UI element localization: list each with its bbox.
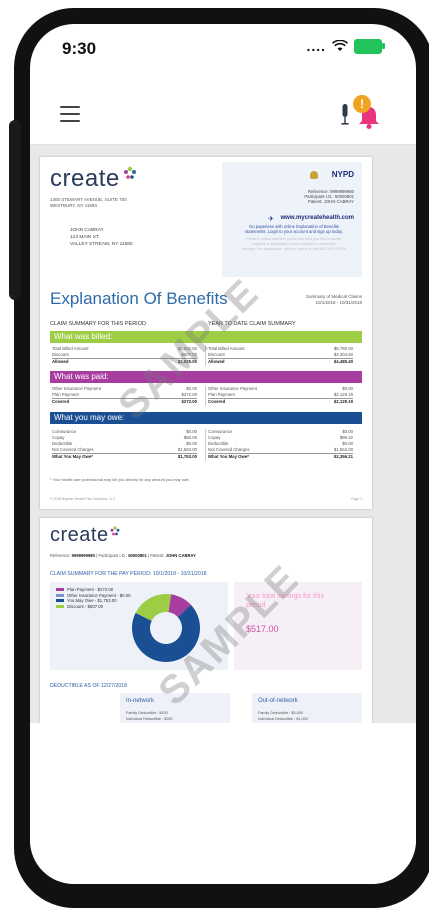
- reference-label: Reference:: [50, 553, 71, 558]
- member-address: JOHN CABRAY 123 MAIN ST. VALLEY STREAM, …: [70, 227, 133, 248]
- row-label: What You May Owe*: [52, 454, 93, 459]
- paid-band: What was paid:: [50, 371, 362, 383]
- member-street: 123 MAIN ST.: [70, 235, 100, 240]
- blank-area: [30, 723, 416, 884]
- create-logo: create: [50, 524, 109, 546]
- portal-text: Create's online member portal can help y…: [234, 237, 354, 252]
- legend-swatch: [56, 593, 64, 597]
- patient-label: Patient:: [150, 553, 165, 558]
- eob-page-2: create Reference: 9999999980 | Participa…: [40, 518, 372, 723]
- claim-summary-pay-period-heading: CLAIM SUMMARY FOR THE PAY PERIOD: 10/1/2…: [50, 571, 207, 577]
- legend-item: Discount - $507.00: [56, 604, 131, 610]
- paid-right: Other Insurance Payment $0.00 Plan Payment…: [208, 386, 353, 405]
- row-label: Plan Payment: [52, 392, 79, 397]
- summary-row: What You May Owe* $1,753.00: [52, 453, 197, 460]
- legend-label: Discount - $507.00: [67, 603, 104, 609]
- out-network-title: Out-of-network: [258, 698, 298, 704]
- chart-legend: Plan Payment - $272.00 Other Insurance Pa…: [56, 587, 131, 609]
- paperless-line: statements. Login to your account and si…: [245, 229, 343, 234]
- sender-address: 1400 STEWART AVENUE, SUITE 700 WESTBURY,…: [50, 197, 127, 209]
- row-label: Covered: [52, 399, 70, 404]
- row-value: $1,563.00: [333, 447, 353, 452]
- info-box: NYPD Reference: 9999999980 Participant I…: [222, 162, 362, 277]
- claim-summary-period-heading: CLAIM SUMMARY FOR THIS PERIOD: [50, 321, 146, 327]
- phone-side-button: [9, 120, 21, 300]
- patient-line: Patient: JOHN CABRAY: [307, 199, 354, 204]
- in-network-title: In-network: [126, 698, 155, 704]
- row-label: Plan Payment: [208, 392, 235, 397]
- column-divider: [205, 386, 206, 406]
- signal-icon: ....: [306, 38, 326, 54]
- owe-left: Coinsurance $0.00 Copay $50.00 Deductible $0.…: [52, 429, 197, 460]
- row-value: $4,485.40: [333, 359, 353, 364]
- status-bar: 9:30 ....: [30, 24, 416, 72]
- row-value: $2,129.19: [333, 392, 353, 397]
- row-label: Not Covered Charges: [52, 447, 94, 452]
- member-city: VALLEY STREAM, NY 11580: [70, 242, 133, 247]
- status-time: 9:30: [62, 39, 97, 58]
- row-label: What You May Owe*: [208, 454, 249, 459]
- create-logo: create: [50, 165, 120, 192]
- owe-band: What you may owe:: [50, 412, 362, 424]
- portal-line: savings. For assistance, call our online…: [241, 247, 347, 251]
- notification-badge: !: [353, 95, 371, 113]
- footnote: * Your health care professional may bill…: [50, 477, 190, 482]
- reference-bar: Reference: 9999999980 | Participant I.D.…: [50, 553, 196, 558]
- status-icons: ....: [306, 38, 385, 54]
- summary-row: What You May Owe* $2,356.21: [208, 453, 353, 460]
- page-footer-copyright: © 2018 Brighter Health Plan Solutions, L…: [50, 497, 116, 501]
- create-burst-icon: [110, 526, 120, 536]
- owe-right: Coinsurance $0.00 Copay $99.22 Deductible $0.…: [208, 429, 353, 460]
- row-label: Allowed: [52, 359, 69, 364]
- row-label: Discount: [52, 352, 69, 357]
- battery-icon: [354, 38, 385, 54]
- participant-value: 60000801: [128, 553, 147, 558]
- row-value: $1,753.00: [177, 454, 197, 459]
- address-line: WESTBURY, NY 11590: [50, 203, 97, 208]
- page-number: Page 1: [351, 497, 362, 501]
- patient-value: JOHN CABRAY: [165, 553, 196, 558]
- website-link[interactable]: www.mycreatehealth.com: [281, 215, 354, 221]
- app-header: !: [30, 82, 416, 145]
- hamburger-icon[interactable]: [60, 106, 80, 122]
- nypd-logo: NYPD: [331, 170, 354, 179]
- billed-right: Total Billed Amount $8,750.00 Discount $4,3…: [208, 346, 353, 365]
- summary-dates: 10/1/2018 - 10/31/2018: [315, 300, 362, 305]
- eob-page-1: create 1400 STEWART AVENUE, SUITE 700 WE…: [40, 157, 372, 509]
- out-network-panel: Out-of-network Family Deductible : $5,00…: [252, 693, 362, 723]
- out-network-individual: Individual Deductible : $1,000: [258, 717, 308, 721]
- in-network-family: Family Deductible : $100: [126, 711, 168, 715]
- legend-swatch: [56, 604, 64, 608]
- row-value: $272.00: [181, 399, 197, 404]
- paper-plane-icon: ✈: [268, 216, 274, 223]
- in-network-individual: Individual Deductible : $250: [126, 717, 173, 721]
- paperless-text: Go paperless with online Explanation of …: [234, 224, 354, 234]
- row-label: Covered: [208, 399, 226, 404]
- reference-value: 9999999980: [71, 553, 95, 558]
- deductible-heading: DEDUCTIBLE AS OF 12/27/2018: [50, 683, 127, 689]
- row-value: $2,129.19: [333, 399, 353, 404]
- out-network-family: Family Deductible : $5,000: [258, 711, 303, 715]
- participant-label: Participant I.D.:: [98, 553, 128, 558]
- phone-screen: 9:30 .... ! create 1400 STEWART AVENUE, …: [30, 24, 416, 884]
- legend-swatch: [56, 599, 64, 603]
- row-value: $1,563.00: [177, 447, 197, 452]
- reference-lines: Reference: 9999999980 Participant I.D.: …: [304, 189, 354, 204]
- nypd-shield-icon: [310, 171, 318, 179]
- summary-row: Covered $2,129.19: [208, 398, 353, 405]
- legend-swatch: [56, 588, 64, 592]
- row-value: $2,356.21: [333, 454, 353, 459]
- column-divider: [205, 429, 206, 461]
- row-value: $272.00: [181, 392, 197, 397]
- row-label: Not Covered Charges: [208, 447, 250, 452]
- row-value: $4,304.60: [333, 352, 353, 357]
- document-viewer[interactable]: create 1400 STEWART AVENUE, SUITE 700 WE…: [30, 145, 416, 723]
- create-burst-icon: [124, 166, 136, 179]
- summary-row: Allowed $4,485.40: [208, 358, 353, 365]
- summary-claims: Summary of Medical Claims 10/1/2018 - 10…: [306, 294, 362, 306]
- microphone-icon[interactable]: [340, 104, 350, 126]
- member-name: JOHN CABRAY: [70, 228, 104, 233]
- wifi-icon: [332, 40, 348, 51]
